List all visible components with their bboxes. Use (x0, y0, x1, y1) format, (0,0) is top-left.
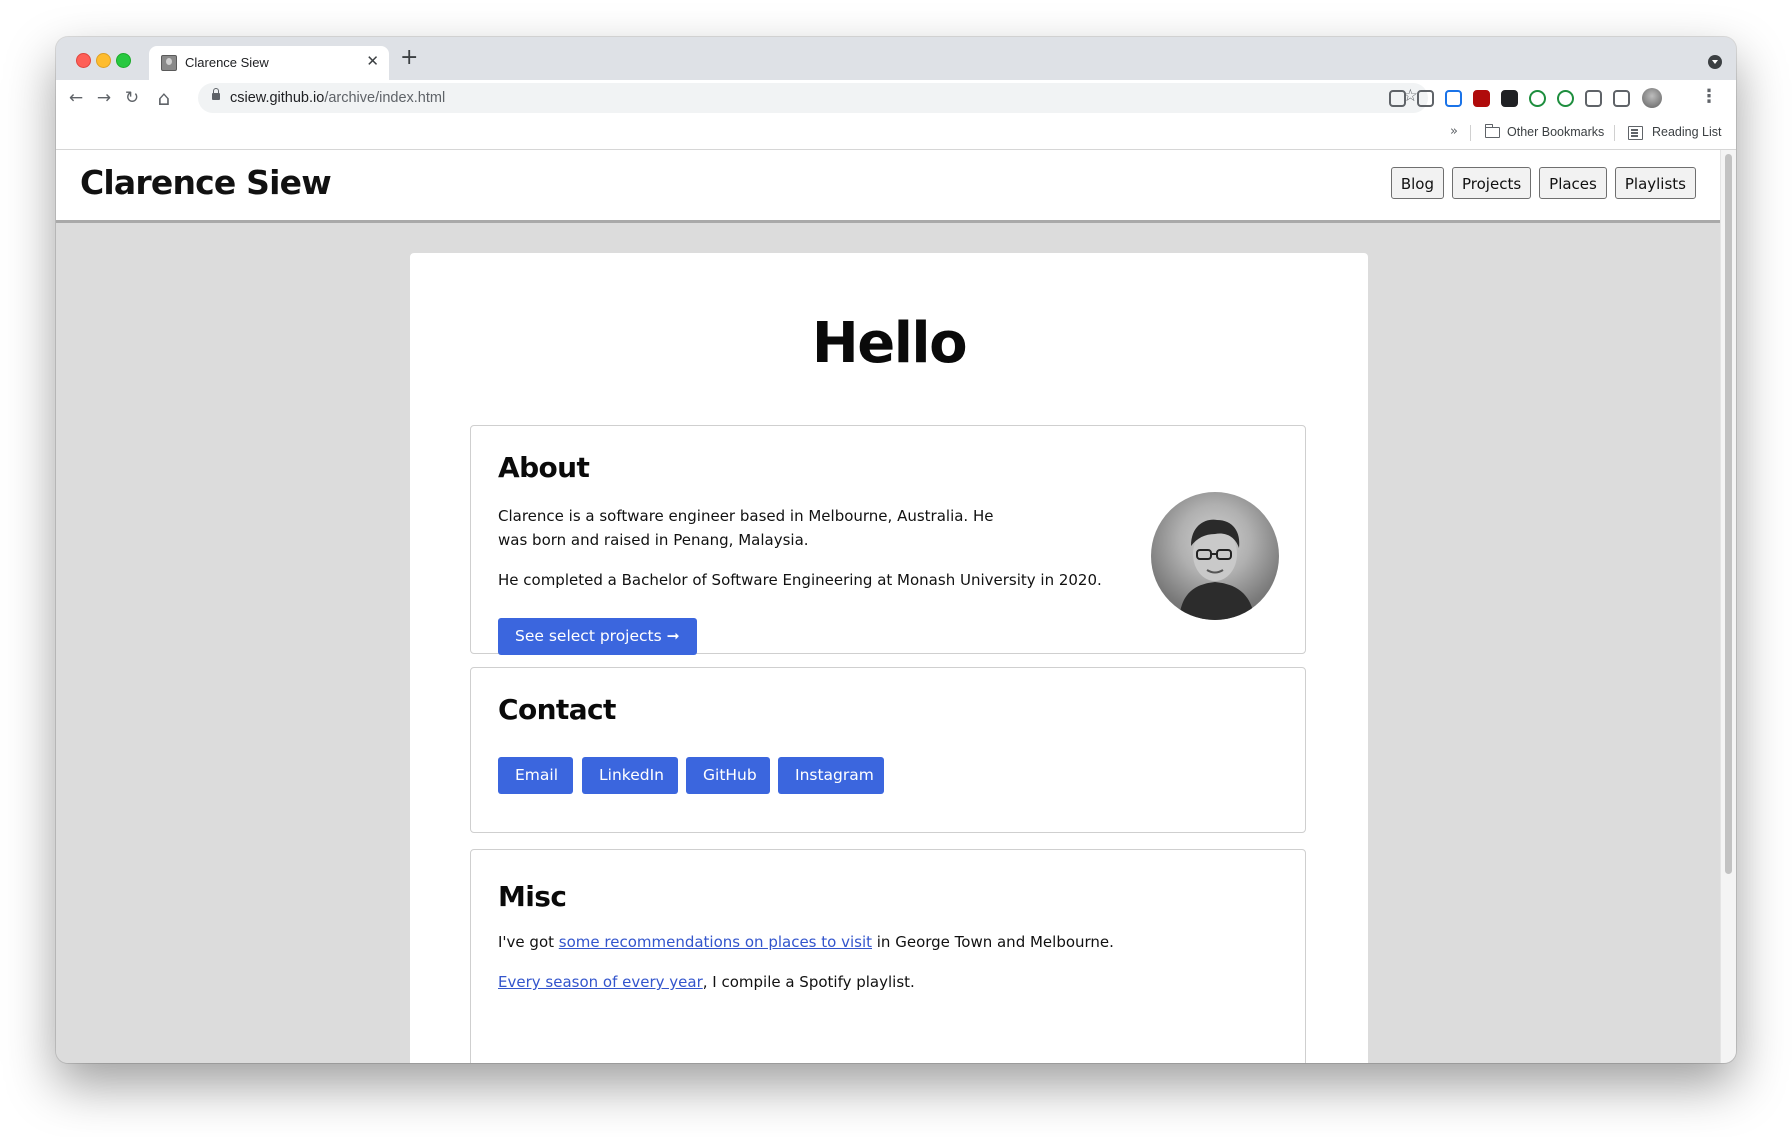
bookmarks-bar: » Other Bookmarks Reading List (56, 117, 1736, 150)
pocket-icon[interactable] (1389, 90, 1406, 107)
see-projects-button[interactable]: See select projects ➞ (498, 618, 697, 655)
grammar-icon[interactable] (1557, 90, 1574, 107)
url-host: csiew.github.io (230, 90, 325, 106)
power-icon[interactable] (1529, 90, 1546, 107)
minimize-window-button[interactable] (96, 53, 111, 68)
contact-title: Contact (498, 693, 616, 726)
page-scrollbar[interactable] (1720, 150, 1736, 1063)
page-heading: Hello (811, 311, 968, 376)
site-header: Clarence Siew Blog Projects Places Playl… (56, 150, 1720, 223)
address-bar[interactable]: csiew.github.io/archive/index.html ☆ (198, 83, 1428, 113)
avatar-portrait-icon (1179, 519, 1255, 620)
about-paragraph-2: He completed a Bachelor of Software Engi… (498, 571, 1102, 589)
misc-line-1: I've got some recommendations on places … (498, 930, 1298, 954)
folder-icon (1484, 124, 1500, 138)
home-button[interactable]: ⌂ (152, 86, 176, 110)
contact-section: Contact Email LinkedIn GitHub Instagram (470, 667, 1306, 833)
favicon-icon (161, 55, 177, 71)
bookmarks-divider (1614, 125, 1615, 141)
bookmarks-divider (1470, 125, 1471, 141)
playlists-link[interactable]: Every season of every year (498, 973, 703, 991)
github-button[interactable]: GitHub (686, 757, 770, 794)
nav-projects[interactable]: Projects (1452, 167, 1532, 199)
puzzle-icon[interactable] (1613, 90, 1630, 107)
picture-in-picture-icon[interactable] (1417, 90, 1434, 107)
linkedin-button[interactable]: LinkedIn (582, 757, 678, 794)
nav-playlists[interactable]: Playlists (1614, 167, 1696, 199)
site-title[interactable]: Clarence Siew (80, 163, 332, 202)
misc-line-2: Every season of every year, I compile a … (498, 970, 1298, 994)
reading-list-link[interactable]: Reading List (1652, 125, 1722, 139)
scrollbar-thumb[interactable] (1725, 154, 1732, 874)
email-button[interactable]: Email (498, 757, 573, 794)
misc-section: Misc I've got some recommendations on pl… (470, 849, 1306, 1063)
lock-icon[interactable] (212, 88, 220, 100)
back-button[interactable]: ← (64, 86, 88, 110)
close-window-button[interactable] (76, 53, 91, 68)
reload-button[interactable]: ↻ (120, 86, 144, 110)
reading-list-icon (1628, 126, 1643, 140)
about-title: About (498, 451, 590, 484)
avatar (1151, 492, 1279, 620)
main-card: Hello About Clarence is a software engin… (410, 253, 1368, 1063)
places-link[interactable]: some recommendations on places to visit (559, 933, 872, 951)
ublock-icon[interactable] (1473, 90, 1490, 107)
copy-icon[interactable] (1585, 90, 1602, 107)
notification-icon[interactable] (1501, 90, 1518, 107)
url-path: /archive/index.html (324, 90, 446, 106)
browser-toolbar: ← → ↻ ⌂ csiew.github.io/archive/index.ht… (56, 80, 1736, 117)
misc-line-1-prefix: I've got (498, 933, 559, 951)
new-tab-button[interactable]: + (400, 45, 418, 71)
tab-close-icon[interactable]: ✕ (366, 52, 379, 70)
other-bookmarks-link[interactable]: Other Bookmarks (1507, 125, 1604, 139)
misc-title: Misc (498, 880, 567, 913)
profile-avatar-icon[interactable] (1642, 88, 1662, 108)
page-viewport: Clarence Siew Blog Projects Places Playl… (56, 150, 1720, 1063)
misc-line-2-suffix: , I compile a Spotify playlist. (702, 973, 915, 991)
maximize-window-button[interactable] (116, 53, 131, 68)
nav-places[interactable]: Places (1539, 167, 1607, 199)
browser-window: Clarence Siew ✕ + ← → ↻ ⌂ csiew.github.i… (56, 37, 1736, 1063)
nav-blog[interactable]: Blog (1390, 167, 1445, 199)
url-text[interactable]: csiew.github.io/archive/index.html (230, 90, 445, 106)
about-section: About Clarence is a software engineer ba… (470, 425, 1306, 655)
misc-line-1-suffix: in George Town and Melbourne. (872, 933, 1114, 951)
browser-menu-icon[interactable]: ⋮ (1700, 85, 1718, 109)
tab-title: Clarence Siew (185, 55, 269, 70)
reader-icon[interactable] (1445, 90, 1462, 107)
about-paragraph-1: Clarence is a software engineer based in… (498, 507, 994, 549)
browser-tab[interactable]: Clarence Siew ✕ (149, 46, 389, 80)
bookmarks-overflow-icon[interactable]: » (1450, 124, 1458, 139)
tab-search-icon[interactable] (1708, 55, 1722, 69)
site-nav: Blog Projects Places Playlists (1390, 167, 1696, 199)
tab-strip: Clarence Siew ✕ + (56, 37, 1736, 80)
instagram-button[interactable]: Instagram (778, 757, 884, 794)
forward-button[interactable]: → (92, 86, 116, 110)
